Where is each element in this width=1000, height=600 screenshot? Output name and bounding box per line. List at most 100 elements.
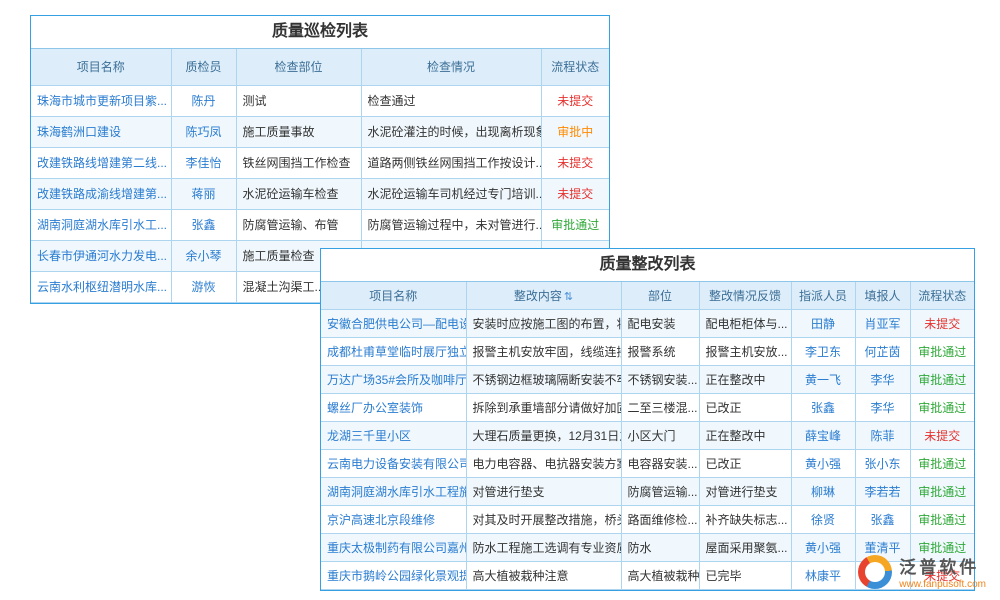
project-name-cell[interactable]: 湖南洞庭湖水库引水工... [31,209,171,240]
feedback-cell: 正在整改中 [699,365,791,393]
project-name-cell[interactable]: 螺丝厂办公室装饰 [321,393,466,421]
part-cell: 路面维修检... [621,505,699,533]
column-header-project[interactable]: 项目名称 [31,49,171,85]
project-name-cell[interactable]: 安徽合肥供电公司—配电设备... [321,309,466,337]
check-part-cell: 防腐管运输、布管 [236,209,361,240]
feedback-cell: 屋面采用聚氨... [699,533,791,561]
status-cell: 未提交 [541,147,609,178]
column-header-filler[interactable]: 填报人 [855,282,910,309]
project-name-cell[interactable]: 长春市伊通河水力发电... [31,240,171,271]
part-cell: 配电安装 [621,309,699,337]
filler-cell[interactable]: 张鑫 [855,505,910,533]
check-situation-cell: 水泥砼运输车司机经过专门培训... [361,178,541,209]
table-row[interactable]: 成都杜甫草堂临时展厅独立展...报警主机安放牢固，线缆连接...报警系统报警主机… [321,337,974,365]
inspector-cell[interactable]: 陈丹 [171,85,236,116]
table-row[interactable]: 安徽合肥供电公司—配电设备...安装时应按施工图的布置，将...配电安装配电柜柜… [321,309,974,337]
status-cell: 审批通过 [910,337,974,365]
filler-cell[interactable]: 肖亚军 [855,309,910,337]
filler-cell[interactable]: 李华 [855,393,910,421]
table-row[interactable]: 湖南洞庭湖水库引水工程施工II...对管进行垫支防腐管运输...对管进行垫支柳琳… [321,477,974,505]
assignee-cell[interactable]: 黄小强 [791,533,855,561]
feedback-cell: 报警主机安放... [699,337,791,365]
project-name-cell[interactable]: 云南电力设备安装有限公司20... [321,449,466,477]
project-name-cell[interactable]: 重庆市鹅岭公园绿化景观提升... [321,561,466,589]
project-name-cell[interactable]: 京沪高速北京段维修 [321,505,466,533]
column-header-part[interactable]: 部位 [621,282,699,309]
fanpu-logo: 泛普软件 www.fanpusoft.com [858,553,986,590]
check-situation-cell: 道路两侧铁丝网围挡工作按设计... [361,147,541,178]
column-header-check-situation[interactable]: 检查情况 [361,49,541,85]
filler-cell[interactable]: 陈菲 [855,421,910,449]
column-header-feedback[interactable]: 整改情况反馈 [699,282,791,309]
assignee-cell[interactable]: 林康平 [791,561,855,589]
inspector-cell[interactable]: 蒋丽 [171,178,236,209]
rectify-content-cell: 防水工程施工选调有专业资质... [466,533,621,561]
part-cell: 防水 [621,533,699,561]
column-header-rectify-content[interactable]: 整改内容⇅ [466,282,621,309]
assignee-cell[interactable]: 田静 [791,309,855,337]
assignee-cell[interactable]: 薛宝峰 [791,421,855,449]
column-header-check-part[interactable]: 检查部位 [236,49,361,85]
column-header-status[interactable]: 流程状态 [541,49,609,85]
project-name-cell[interactable]: 重庆太极制药有限公司嘉州中... [321,533,466,561]
rectify-content-cell: 大理石质量更换，12月31日之... [466,421,621,449]
part-cell: 高大植被栽种 [621,561,699,589]
inspector-cell[interactable]: 余小琴 [171,240,236,271]
rectify-content-cell: 对其及时开展整改措施，桥头... [466,505,621,533]
table-row[interactable]: 珠海鹤洲口建设陈巧凤施工质量事故水泥砼灌注的时候，出现离析现象审批中 [31,116,609,147]
feedback-cell: 正在整改中 [699,421,791,449]
project-name-cell[interactable]: 珠海市城市更新项目紫... [31,85,171,116]
filler-cell[interactable]: 李华 [855,365,910,393]
column-header-assignee[interactable]: 指派人员 [791,282,855,309]
project-name-cell[interactable]: 万达广场35#会所及咖啡厅空... [321,365,466,393]
assignee-cell[interactable]: 徐贤 [791,505,855,533]
table-row[interactable]: 万达广场35#会所及咖啡厅空...不锈钢边框玻璃隔断安装不牢...不锈钢安装..… [321,365,974,393]
feedback-cell: 已改正 [699,393,791,421]
table-row[interactable]: 龙湖三千里小区大理石质量更换，12月31日之...小区大门正在整改中薛宝峰陈菲未… [321,421,974,449]
logo-url-link[interactable]: www.fanpusoft.com [899,579,986,590]
project-name-cell[interactable]: 成都杜甫草堂临时展厅独立展... [321,337,466,365]
table-row[interactable]: 改建铁路成渝线增建第...蒋丽水泥砼运输车检查水泥砼运输车司机经过专门培训...… [31,178,609,209]
logo-name: 泛普软件 [899,553,986,578]
project-name-cell[interactable]: 珠海鹤洲口建设 [31,116,171,147]
rectify-content-cell: 电力电容器、电抗器安装方案,... [466,449,621,477]
project-name-cell[interactable]: 改建铁路线增建第二线... [31,147,171,178]
feedback-cell: 补齐缺失标志... [699,505,791,533]
project-name-cell[interactable]: 湖南洞庭湖水库引水工程施工II... [321,477,466,505]
inspector-cell[interactable]: 游恢 [171,271,236,302]
check-part-cell: 测试 [236,85,361,116]
status-cell: 审批通过 [910,477,974,505]
assignee-cell[interactable]: 张鑫 [791,393,855,421]
column-header-status[interactable]: 流程状态 [910,282,974,309]
rectify-table: 质量整改列表 项目名称 整改内容⇅ 部位 整改情况反馈 指派人员 填报人 流程状… [320,248,975,591]
assignee-cell[interactable]: 黄小强 [791,449,855,477]
sort-icon[interactable]: ⇅ [564,291,573,303]
table-row[interactable]: 珠海市城市更新项目紫...陈丹测试检查通过未提交 [31,85,609,116]
table-row[interactable]: 京沪高速北京段维修对其及时开展整改措施，桥头...路面维修检...补齐缺失标志.… [321,505,974,533]
status-cell: 未提交 [541,178,609,209]
project-name-cell[interactable]: 龙湖三千里小区 [321,421,466,449]
filler-cell[interactable]: 张小东 [855,449,910,477]
feedback-cell: 已完毕 [699,561,791,589]
part-cell: 二至三楼混... [621,393,699,421]
column-header-project[interactable]: 项目名称 [321,282,466,309]
fanpu-logo-icon [858,555,892,589]
table-row[interactable]: 螺丝厂办公室装饰拆除到承重墙部分请做好加固...二至三楼混...已改正张鑫李华审… [321,393,974,421]
inspector-cell[interactable]: 张鑫 [171,209,236,240]
project-name-cell[interactable]: 云南水利枢纽潜明水库... [31,271,171,302]
assignee-cell[interactable]: 李卫东 [791,337,855,365]
filler-cell[interactable]: 李若若 [855,477,910,505]
table-row[interactable]: 云南电力设备安装有限公司20...电力电容器、电抗器安装方案,...电容器安装.… [321,449,974,477]
column-header-inspector[interactable]: 质检员 [171,49,236,85]
part-cell: 小区大门 [621,421,699,449]
inspector-cell[interactable]: 陈巧凤 [171,116,236,147]
rectify-content-cell: 报警主机安放牢固，线缆连接... [466,337,621,365]
rectify-grid: 项目名称 整改内容⇅ 部位 整改情况反馈 指派人员 填报人 流程状态 安徽合肥供… [321,282,974,590]
inspector-cell[interactable]: 李佳怡 [171,147,236,178]
table-row[interactable]: 湖南洞庭湖水库引水工...张鑫防腐管运输、布管防腐管运输过程中，未对管进行...… [31,209,609,240]
assignee-cell[interactable]: 黄一飞 [791,365,855,393]
table-row[interactable]: 改建铁路线增建第二线...李佳怡铁丝网围挡工作检查道路两侧铁丝网围挡工作按设计.… [31,147,609,178]
project-name-cell[interactable]: 改建铁路成渝线增建第... [31,178,171,209]
filler-cell[interactable]: 何芷茵 [855,337,910,365]
assignee-cell[interactable]: 柳琳 [791,477,855,505]
